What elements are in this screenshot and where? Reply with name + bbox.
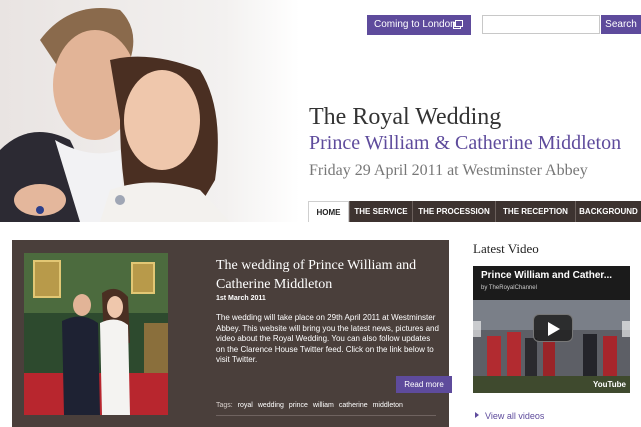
page-header: Coming to London? Search The Royal Weddi… [0, 0, 641, 222]
article-body: The wedding will take place on 29th Apri… [216, 313, 439, 364]
article-tags: Tags: royal wedding prince william cathe… [216, 402, 403, 409]
video-channel[interactable]: by TheRoyalChannel [481, 285, 537, 291]
article-photo[interactable] [24, 253, 168, 415]
video-title[interactable]: Prince William and Cather... [481, 270, 612, 281]
coming-to-london-label: Coming to London? [374, 19, 462, 30]
video-player[interactable]: Prince William and Cather... by TheRoyal… [473, 266, 630, 393]
tag-link[interactable]: middleton [373, 402, 403, 409]
page-subtitle: Prince William & Catherine Middleton [309, 132, 622, 154]
event-date-line: Friday 29 April 2011 at Westminster Abbe… [309, 162, 588, 179]
tab-background[interactable]: BACKGROUND [575, 201, 641, 222]
tab-the-service[interactable]: THE SERVICE [349, 201, 412, 222]
view-all-videos-label: View all videos [485, 411, 545, 421]
tag-link[interactable]: catherine [339, 402, 368, 409]
search-input[interactable] [482, 15, 600, 34]
tags-label: Tags: [216, 402, 233, 409]
coming-to-london-button[interactable]: Coming to London? [367, 15, 471, 35]
tag-link[interactable]: wedding [258, 402, 284, 409]
page-title: The Royal Wedding [309, 104, 502, 130]
latest-video-heading: Latest Video [473, 241, 539, 256]
main-navigation: HOME THE SERVICE THE PROCESSION THE RECE… [308, 201, 641, 222]
external-window-icon [453, 20, 463, 29]
search-button[interactable]: Search [601, 15, 641, 34]
play-icon[interactable] [533, 314, 573, 342]
tab-home[interactable]: HOME [308, 201, 349, 222]
tag-link[interactable]: prince [289, 402, 308, 409]
view-all-videos-link[interactable]: View all videos [475, 411, 544, 421]
tab-the-reception[interactable]: THE RECEPTION [495, 201, 575, 222]
read-more-button[interactable]: Read more [396, 376, 452, 393]
video-prev-arrow[interactable] [473, 321, 481, 337]
tags-divider [216, 415, 436, 416]
tag-link[interactable]: royal [238, 402, 253, 409]
tab-the-procession[interactable]: THE PROCESSION [412, 201, 495, 222]
hero-couple-photo [0, 0, 300, 222]
youtube-logo[interactable]: YouTube [593, 380, 626, 389]
tag-link[interactable]: william [313, 402, 334, 409]
video-next-arrow[interactable] [622, 321, 630, 337]
featured-article: The wedding of Prince William and Cather… [12, 240, 452, 427]
arrow-right-icon [475, 412, 479, 418]
article-title[interactable]: The wedding of Prince William and Cather… [216, 256, 436, 294]
article-date: 1st March 2011 [216, 295, 266, 302]
